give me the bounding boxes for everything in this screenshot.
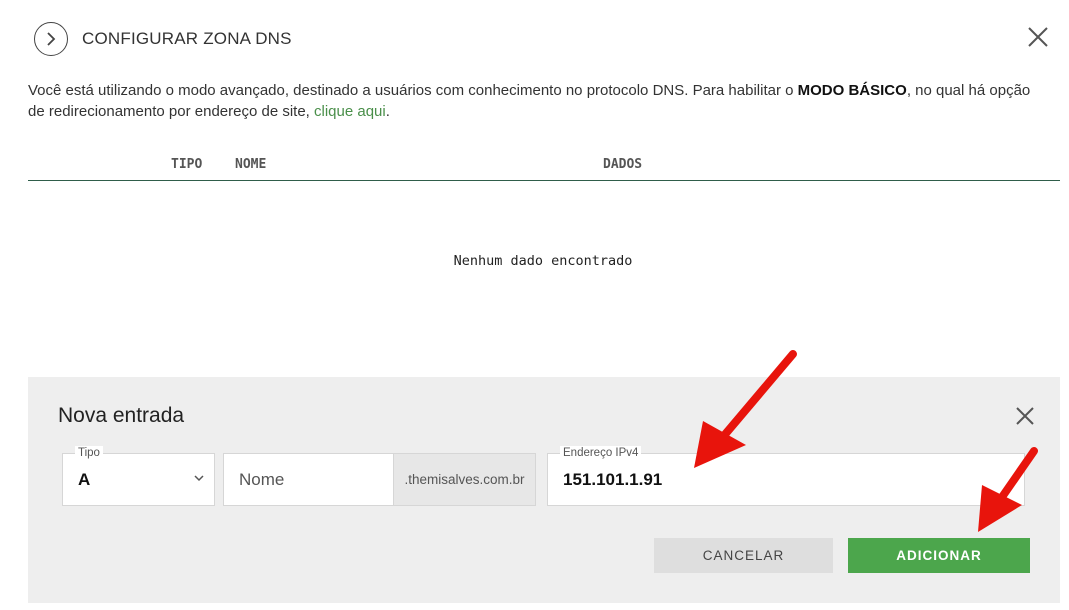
intro-text-before: Você está utilizando o modo avançado, de…	[28, 82, 798, 99]
close-panel-icon[interactable]	[1015, 406, 1035, 426]
intro-end: .	[385, 103, 390, 120]
ipv4-value: 151.101.1.91	[563, 470, 663, 489]
domain-suffix: .themisalves.com.br	[394, 453, 536, 506]
column-dados[interactable]: DADOS	[603, 157, 642, 172]
chevron-down-icon	[194, 475, 204, 482]
intro-text: Você está utilizando o modo avançado, de…	[28, 80, 1038, 122]
add-button[interactable]: ADICIONAR	[848, 538, 1030, 573]
empty-message: Nenhum dado encontrado	[453, 253, 633, 269]
ipv4-label: Endereço IPv4	[560, 446, 642, 460]
intro-bold: MODO BÁSICO	[797, 82, 907, 99]
column-tipo[interactable]: TIPO	[171, 157, 202, 172]
close-icon[interactable]	[1027, 26, 1049, 48]
page-header: CONFIGURAR ZONA DNS	[34, 22, 292, 56]
name-input[interactable]: Nome	[223, 453, 394, 506]
type-label: Tipo	[75, 446, 103, 460]
cancel-button[interactable]: CANCELAR	[654, 538, 833, 573]
table-header: TIPO NOME DADOS	[28, 155, 1060, 181]
column-nome[interactable]: NOME	[235, 157, 266, 172]
ipv4-input[interactable]: Endereço IPv4 151.101.1.91	[547, 446, 1025, 506]
chevron-right-icon[interactable]	[34, 22, 68, 56]
type-value: A	[78, 470, 91, 489]
click-here-link[interactable]: clique aqui	[314, 103, 386, 120]
panel-title: Nova entrada	[58, 404, 185, 427]
new-entry-panel: Nova entrada Tipo A Nome .themisalves.co…	[28, 377, 1060, 603]
type-select[interactable]: Tipo A	[62, 446, 215, 506]
page-title: CONFIGURAR ZONA DNS	[82, 29, 292, 48]
